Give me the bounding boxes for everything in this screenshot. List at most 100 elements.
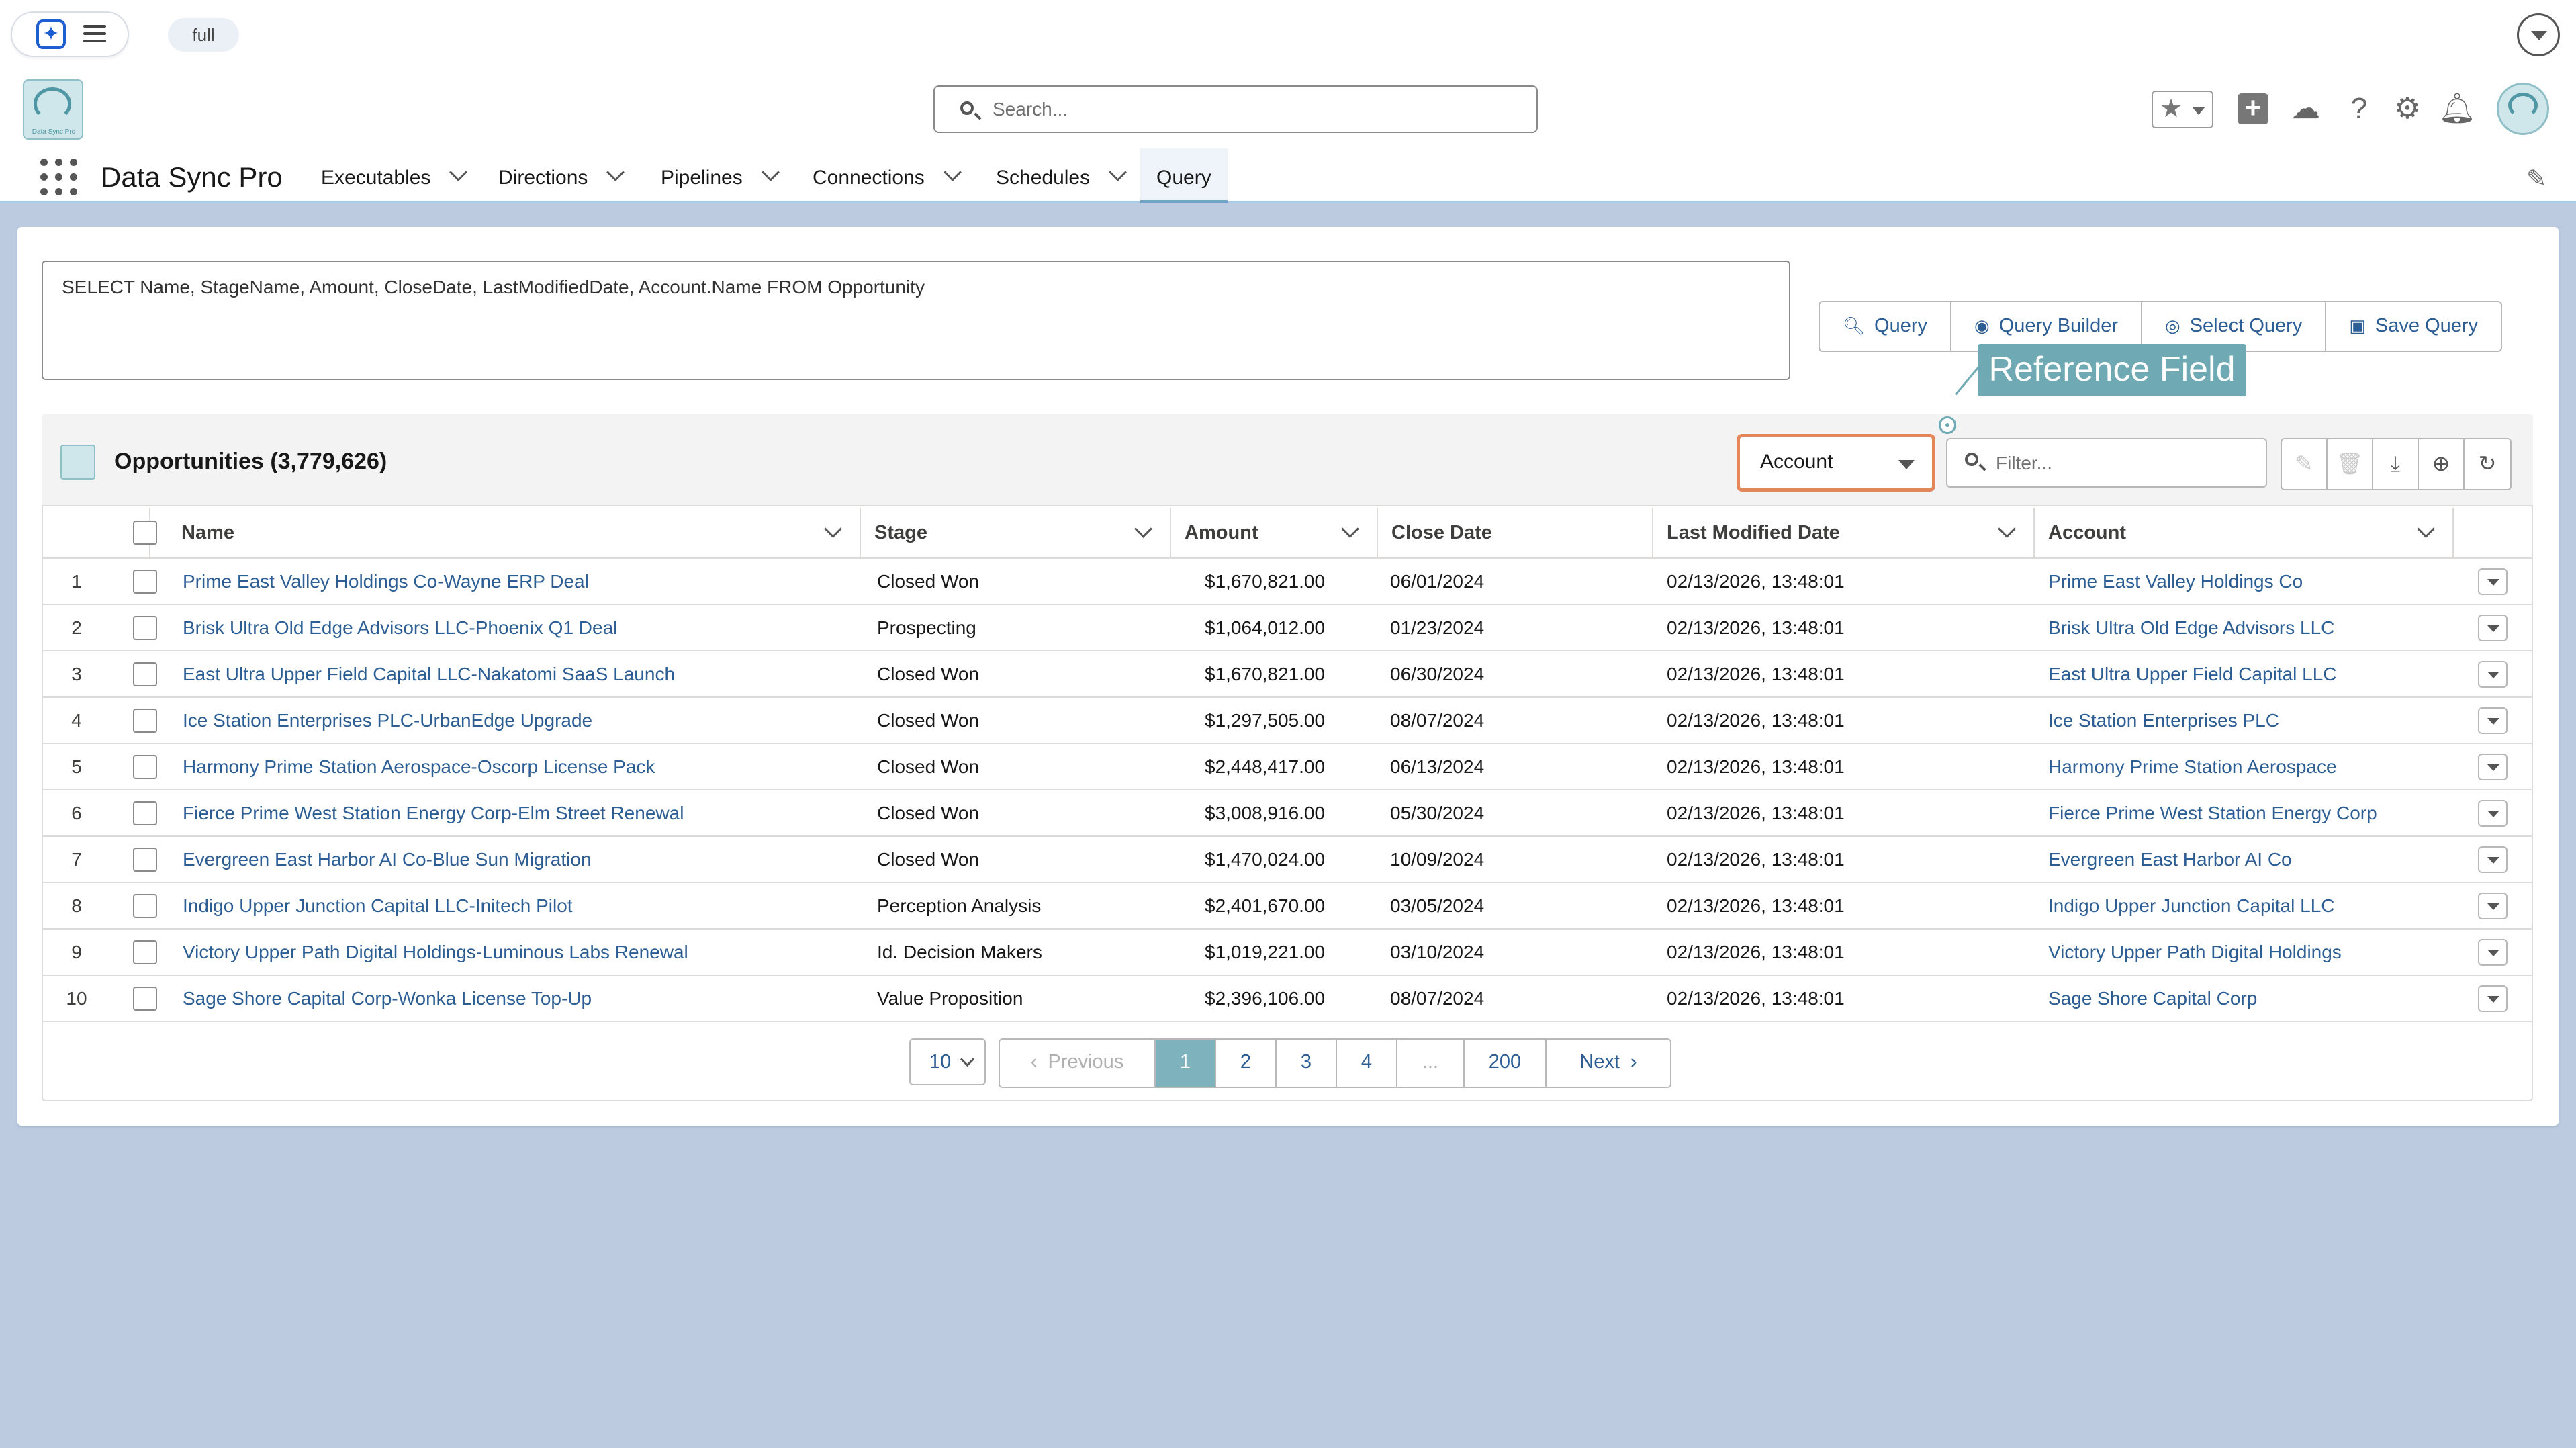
page-size-select[interactable]: 10 [909, 1038, 986, 1085]
row-actions-button[interactable] [2478, 754, 2508, 780]
chevron-down-icon[interactable] [1998, 520, 2016, 538]
account-link[interactable]: Ice Station Enterprises PLC [2048, 698, 2451, 743]
column-header-last-modified-date[interactable]: Last Modified Date [1653, 508, 2035, 557]
account-link[interactable]: Indigo Upper Junction Capital LLC [2048, 883, 2451, 928]
filter-input[interactable]: Filter... [1946, 438, 2267, 488]
delete-icon[interactable]: 🗑︎ [2328, 439, 2373, 489]
column-header-amount[interactable]: Amount [1171, 508, 1378, 557]
add-icon[interactable]: ⊕ [2419, 439, 2465, 489]
opportunity-name-link[interactable]: Evergreen East Harbor AI Co-Blue Sun Mig… [183, 837, 854, 882]
gear-icon[interactable]: ⚙ [2388, 89, 2427, 128]
row-actions-button[interactable] [2478, 568, 2508, 595]
bell-icon[interactable]: 🔔︎ [2438, 89, 2477, 128]
row-checkbox[interactable] [133, 709, 157, 733]
nav-item-schedules[interactable]: Schedules [996, 148, 1128, 203]
chevron-down-icon[interactable] [761, 163, 780, 181]
row-checkbox[interactable] [133, 662, 157, 686]
opportunity-name-link[interactable]: Prime East Valley Holdings Co-Wayne ERP … [183, 559, 854, 604]
opportunity-name-link[interactable]: Brisk Ultra Old Edge Advisors LLC-Phoeni… [183, 605, 854, 650]
column-header-stage[interactable]: Stage [861, 508, 1171, 557]
row-checkbox[interactable] [133, 616, 157, 640]
edit-icon[interactable]: ✎ [2282, 439, 2328, 489]
account-link[interactable]: Sage Shore Capital Corp [2048, 976, 2451, 1021]
account-link[interactable]: East Ultra Upper Field Capital LLC [2048, 651, 2451, 696]
nav-item-query[interactable]: Query [1140, 148, 1228, 203]
amount-cell: $1,297,505.00 [1205, 710, 1326, 731]
row-actions-button[interactable] [2478, 939, 2508, 966]
nav-item-directions[interactable]: Directions [498, 148, 625, 203]
page-button-200[interactable]: 200 [1465, 1040, 1547, 1087]
opportunity-name-link[interactable]: Harmony Prime Station Aerospace-Oscorp L… [183, 744, 854, 789]
account-link[interactable]: Harmony Prime Station Aerospace [2048, 744, 2451, 789]
row-actions-button[interactable] [2478, 661, 2508, 688]
nav-item-pipelines[interactable]: Pipelines [661, 148, 780, 203]
nav-item-connections[interactable]: Connections [813, 148, 962, 203]
trailhead-icon[interactable]: ☁ [2286, 89, 2325, 128]
page-button-4[interactable]: 4 [1337, 1040, 1397, 1087]
save-query-button[interactable]: ▣ Save Query [2326, 302, 2501, 351]
account-link[interactable]: Prime East Valley Holdings Co [2048, 559, 2451, 604]
row-actions-button[interactable] [2478, 846, 2508, 873]
chevron-down-icon[interactable] [606, 163, 625, 181]
edit-nav-icon[interactable]: ✎ [2526, 165, 2546, 193]
soql-textarea[interactable]: SELECT Name, StageName, Amount, CloseDat… [42, 261, 1790, 380]
download-icon[interactable]: ⤓ [2373, 439, 2419, 489]
row-checkbox[interactable] [133, 570, 157, 594]
opportunity-name-link[interactable]: East Ultra Upper Field Capital LLC-Nakat… [183, 651, 854, 696]
chevron-down-icon[interactable] [449, 163, 468, 181]
column-header-account[interactable]: Account [2035, 508, 2454, 557]
row-checkbox[interactable] [133, 801, 157, 825]
next-page-button[interactable]: Next › [1547, 1040, 1670, 1087]
app-logo[interactable]: Data Sync Pro [23, 79, 83, 140]
opportunity-name-link[interactable]: Indigo Upper Junction Capital LLC-Initec… [183, 883, 854, 928]
account-link[interactable]: Victory Upper Path Digital Holdings [2048, 930, 2451, 975]
sparkle-icon[interactable]: ✦ [36, 19, 66, 49]
app-launcher-icon[interactable] [40, 159, 78, 196]
opportunity-name-link[interactable]: Ice Station Enterprises PLC-UrbanEdge Up… [183, 698, 854, 743]
opportunity-name-link[interactable]: Sage Shore Capital Corp-Wonka License To… [183, 976, 854, 1021]
query-button[interactable]: 🔍︎ Query [1820, 302, 1951, 351]
page-button-2[interactable]: 2 [1216, 1040, 1277, 1087]
account-link[interactable]: Brisk Ultra Old Edge Advisors LLC [2048, 605, 2451, 650]
column-header-close-date[interactable]: Close Date [1378, 508, 1653, 557]
account-link[interactable]: Evergreen East Harbor AI Co [2048, 837, 2451, 882]
chevron-down-icon[interactable] [943, 163, 962, 181]
help-icon[interactable]: ? [2340, 89, 2379, 128]
assistant-menu-pill[interactable]: ✦ [11, 11, 129, 57]
row-checkbox[interactable] [133, 987, 157, 1011]
last-modified-cell: 02/13/2026, 13:48:01 [1667, 849, 1845, 870]
chevron-down-icon[interactable] [1134, 520, 1152, 538]
column-header-name[interactable]: Name [150, 508, 861, 557]
account-link[interactable]: Fierce Prime West Station Energy Corp [2048, 790, 2451, 835]
chevron-down-icon[interactable] [824, 520, 842, 538]
chevron-down-icon[interactable] [1109, 163, 1128, 181]
row-actions-button[interactable] [2478, 615, 2508, 641]
nav-item-executables[interactable]: Executables [321, 148, 468, 203]
favorites-button[interactable]: ★ [2152, 91, 2213, 128]
row-actions-button[interactable] [2478, 893, 2508, 919]
chevron-down-icon[interactable] [2417, 520, 2435, 538]
favorites-dropdown-icon[interactable] [2192, 107, 2205, 115]
page-button-3[interactable]: 3 [1277, 1040, 1337, 1087]
previous-page-button[interactable]: ‹ Previous [1000, 1040, 1156, 1087]
global-search-input[interactable]: Search... [933, 85, 1538, 133]
row-checkbox[interactable] [133, 755, 157, 779]
row-checkbox[interactable] [133, 894, 157, 918]
opportunity-name-link[interactable]: Victory Upper Path Digital Holdings-Lumi… [183, 930, 854, 975]
row-checkbox[interactable] [133, 940, 157, 964]
refresh-icon[interactable]: ↻ [2465, 439, 2510, 489]
page-button-1[interactable]: 1 [1156, 1040, 1216, 1087]
opportunity-name-link[interactable]: Fierce Prime West Station Energy Corp-El… [183, 790, 854, 835]
row-actions-button[interactable] [2478, 985, 2508, 1012]
chevron-down-icon[interactable] [1341, 520, 1359, 538]
row-actions-button[interactable] [2478, 800, 2508, 827]
chevron-down-icon[interactable] [2517, 13, 2560, 56]
global-actions-button[interactable]: + [2234, 89, 2272, 128]
environment-chip[interactable]: full [168, 18, 239, 52]
row-checkbox[interactable] [133, 848, 157, 872]
menu-icon[interactable] [83, 25, 106, 47]
row-actions-button[interactable] [2478, 707, 2508, 734]
reference-field-select[interactable]: Account [1737, 434, 1935, 492]
avatar[interactable] [2497, 83, 2549, 135]
plus-icon: + [2238, 93, 2268, 124]
